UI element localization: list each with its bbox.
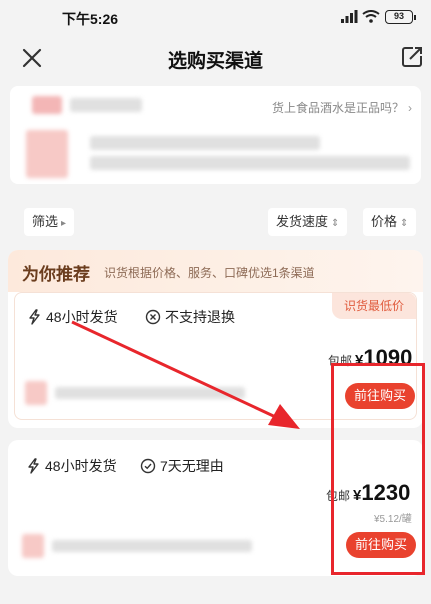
store-name — [55, 387, 245, 399]
shipping-text: 48小时发货 — [45, 458, 117, 474]
authentic-link[interactable]: 货上食品酒水是正品吗？ › — [272, 99, 412, 116]
page-title: 选购买渠道 — [167, 51, 263, 72]
filter-bar: 筛选 ▸ 发货速度 ⇕ 价格 ⇕ — [0, 202, 431, 242]
authentic-text: 货上食品酒水是正品吗？ — [272, 101, 405, 115]
signal-icon — [341, 10, 358, 23]
shipping-tag: 48小时发货 — [27, 307, 118, 327]
check-circle-icon — [140, 458, 156, 474]
filter-label: 筛选 — [32, 214, 59, 229]
lightning-icon — [28, 458, 39, 474]
top-navigation-bar: 选购买渠道 — [0, 34, 431, 84]
product-info: 货上食品酒水是正品吗？ › — [10, 86, 421, 184]
sort-price[interactable]: 价格 ⇕ — [363, 208, 417, 236]
sort-icon: ⇕ — [331, 218, 340, 229]
return-tag: 7天无理由 — [140, 456, 224, 476]
recommend-header: 为你推荐 识货根据价格、服务、口碑优选1条渠道 — [8, 250, 423, 292]
chevron-right-icon: › — [408, 101, 413, 115]
sort-shipping-speed[interactable]: 发货速度 ⇕ — [268, 208, 348, 236]
home-indicator-area — [0, 585, 431, 604]
product-thumbnail — [32, 96, 62, 114]
filter-button[interactable]: 筛选 ▸ — [24, 208, 75, 236]
recommend-subtitle: 识货根据价格、服务、口碑优选1条渠道 — [104, 266, 315, 280]
no-return-icon — [145, 309, 161, 325]
lightning-icon — [29, 309, 40, 325]
store-name — [52, 540, 252, 552]
share-icon[interactable] — [401, 46, 423, 68]
sort-icon: ⇕ — [400, 218, 409, 229]
return-tag: 不支持退换 — [145, 307, 235, 327]
product-name — [90, 136, 320, 150]
store-logo — [25, 381, 47, 405]
status-bar: 下午5:26 93 — [0, 0, 431, 34]
lowest-price-badge: 识货最低价 — [332, 293, 416, 319]
status-time: 下午5:26 — [62, 11, 119, 27]
annotation-highlight-box — [331, 363, 425, 575]
caret-right-icon: ▸ — [61, 218, 67, 229]
recommend-heading: 为你推荐 — [22, 265, 90, 284]
return-text: 7天无理由 — [160, 458, 224, 474]
return-text: 不支持退换 — [165, 309, 235, 325]
sort-price-label: 价格 — [371, 214, 398, 229]
store-logo — [22, 534, 44, 558]
product-spec — [90, 156, 410, 170]
shipping-tag: 48小时发货 — [26, 456, 117, 476]
battery-icon: 93 — [385, 10, 416, 24]
product-brand — [70, 98, 142, 112]
shipping-text: 48小时发货 — [46, 309, 118, 325]
sort-shipping-label: 发货速度 — [276, 214, 329, 229]
wifi-icon — [362, 10, 380, 23]
product-image — [26, 130, 68, 178]
